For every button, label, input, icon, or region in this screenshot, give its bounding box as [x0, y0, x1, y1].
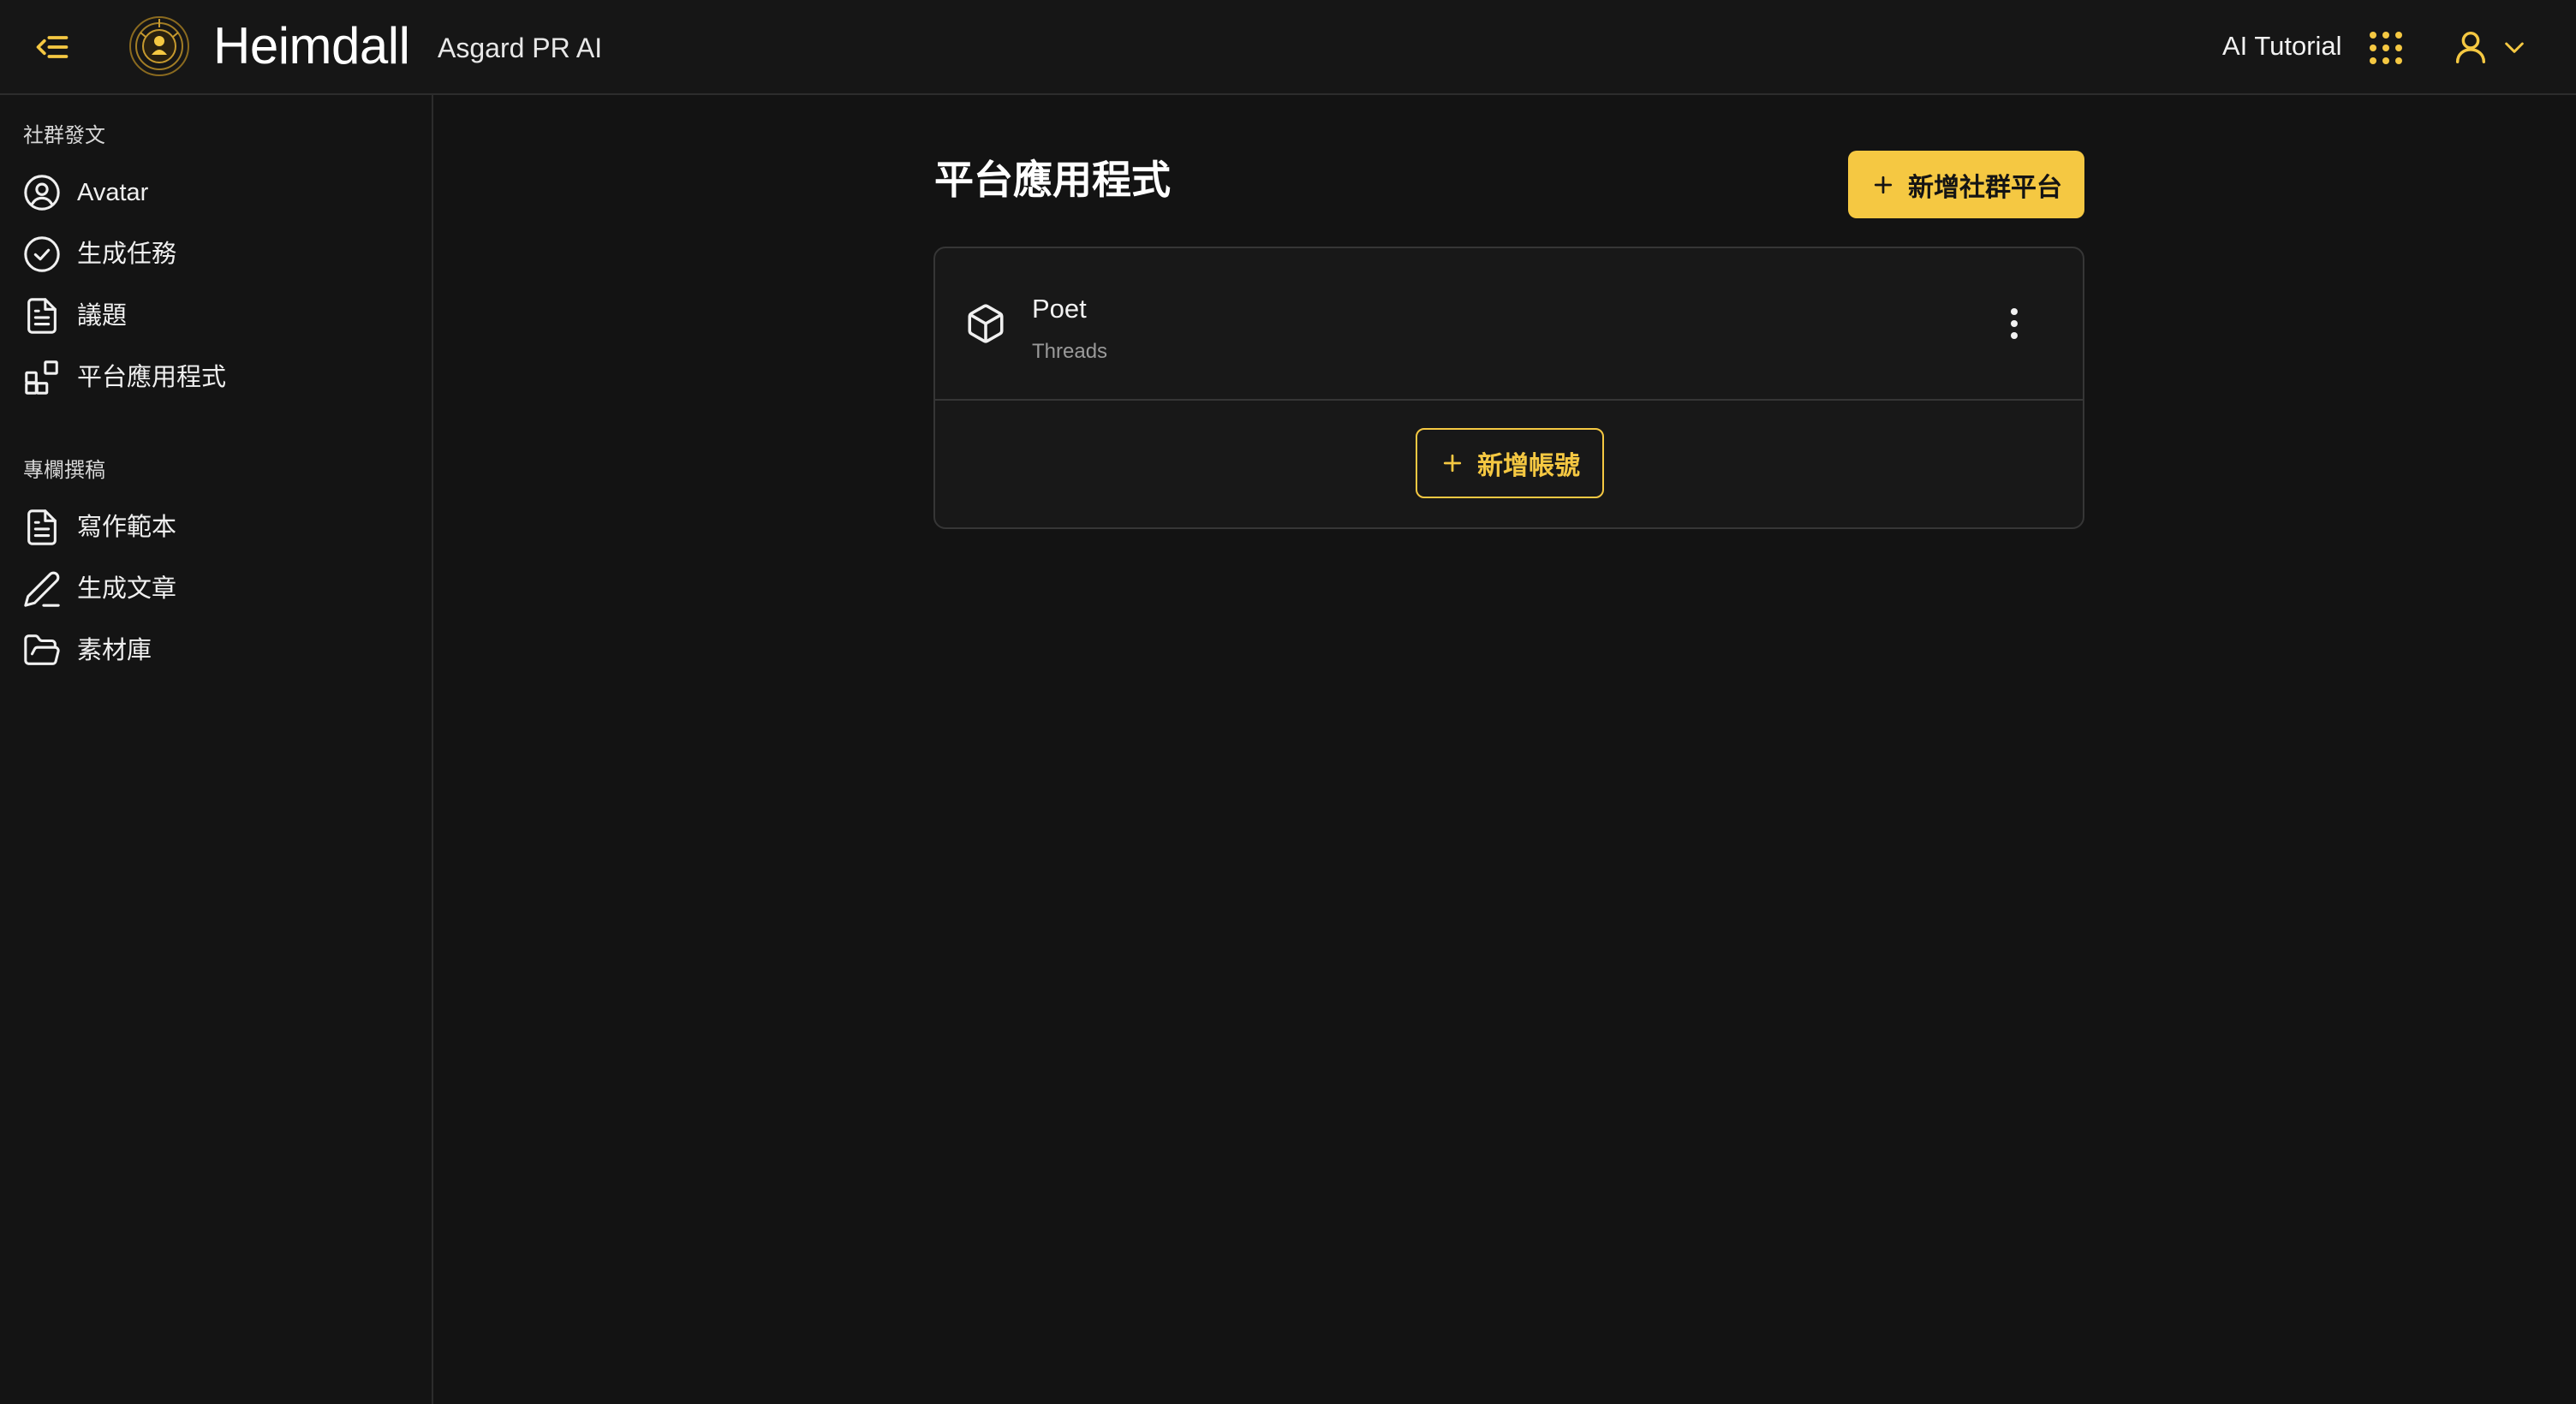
add-account-button[interactable]: 新增帳號: [1416, 428, 1604, 498]
sidebar-item-writing-templates[interactable]: 寫作範本: [21, 502, 414, 553]
user-icon: [2455, 31, 2486, 63]
more-options-button[interactable]: [1997, 301, 2031, 346]
add-social-platform-button[interactable]: 新增社群平台: [1848, 151, 2084, 218]
sidebar-item-platform-apps[interactable]: 平台應用程式: [21, 352, 414, 403]
sidebar-item-topics[interactable]: 議題: [21, 290, 414, 342]
app-platform: Threads: [1032, 340, 1108, 363]
plus-icon: [1874, 176, 1893, 193]
user-menu-button[interactable]: [2451, 26, 2528, 68]
sidebar-item-generate-article[interactable]: 生成文章: [21, 563, 414, 615]
apps-grid-icon[interactable]: [2367, 29, 2405, 67]
document-icon: [27, 509, 57, 545]
platform-app-card: Poet Threads 新增帳號: [933, 247, 2084, 529]
pencil-icon: [24, 571, 60, 607]
apps-icon: [25, 360, 58, 395]
chevron-down-icon: [2505, 42, 2524, 53]
sidebar-item-label: 素材庫: [77, 637, 152, 664]
collapse-menu-icon: [36, 36, 69, 58]
sidebar-item-avatar[interactable]: Avatar: [21, 167, 414, 218]
sidebar-item-label: 生成文章: [77, 575, 177, 603]
sidebar-item-label: 平台應用程式: [77, 364, 227, 391]
collapse-sidebar-button[interactable]: [31, 26, 74, 68]
sidebar-item-label: 生成任務: [77, 241, 177, 268]
check-circle-icon: [24, 236, 60, 272]
app-name: Poet: [1032, 294, 1087, 324]
plus-icon: [1443, 454, 1462, 473]
add-account-label: 新增帳號: [1477, 452, 1580, 480]
sidebar-item-label: Avatar: [77, 179, 149, 206]
sidebar-section-title: 社群發文: [23, 124, 105, 147]
top-header: Heimdall Asgard PR AI AI Tutorial: [0, 0, 2576, 95]
sidebar-item-label: 議題: [77, 302, 128, 330]
folder-open-icon: [24, 634, 60, 665]
cube-icon: [968, 304, 1004, 343]
sidebar-section-title: 專欄撰稿: [23, 459, 105, 482]
add-social-platform-label: 新增社群平台: [1908, 173, 2062, 202]
heimdall-logo: [129, 16, 189, 76]
more-vertical-icon: [2011, 308, 2018, 339]
page-title: 平台應用程式: [934, 158, 1171, 202]
sidebar-item-asset-library[interactable]: 素材庫: [21, 625, 414, 676]
sidebar: 社群發文 Avatar 生成任務 議題 平台應用程式 專欄撰稿 寫作範本 生成文…: [0, 95, 433, 1404]
sidebar-item-label: 寫作範本: [77, 514, 177, 541]
document-icon: [27, 298, 57, 334]
app-subtitle: Asgard PR AI: [438, 33, 603, 63]
list-item[interactable]: Poet Threads: [935, 248, 2083, 401]
sidebar-item-generation-tasks[interactable]: 生成任務: [21, 229, 414, 280]
app-title: Heimdall: [213, 17, 410, 74]
user-circle-icon: [24, 175, 60, 211]
ai-tutorial-link[interactable]: AI Tutorial: [2222, 29, 2342, 63]
